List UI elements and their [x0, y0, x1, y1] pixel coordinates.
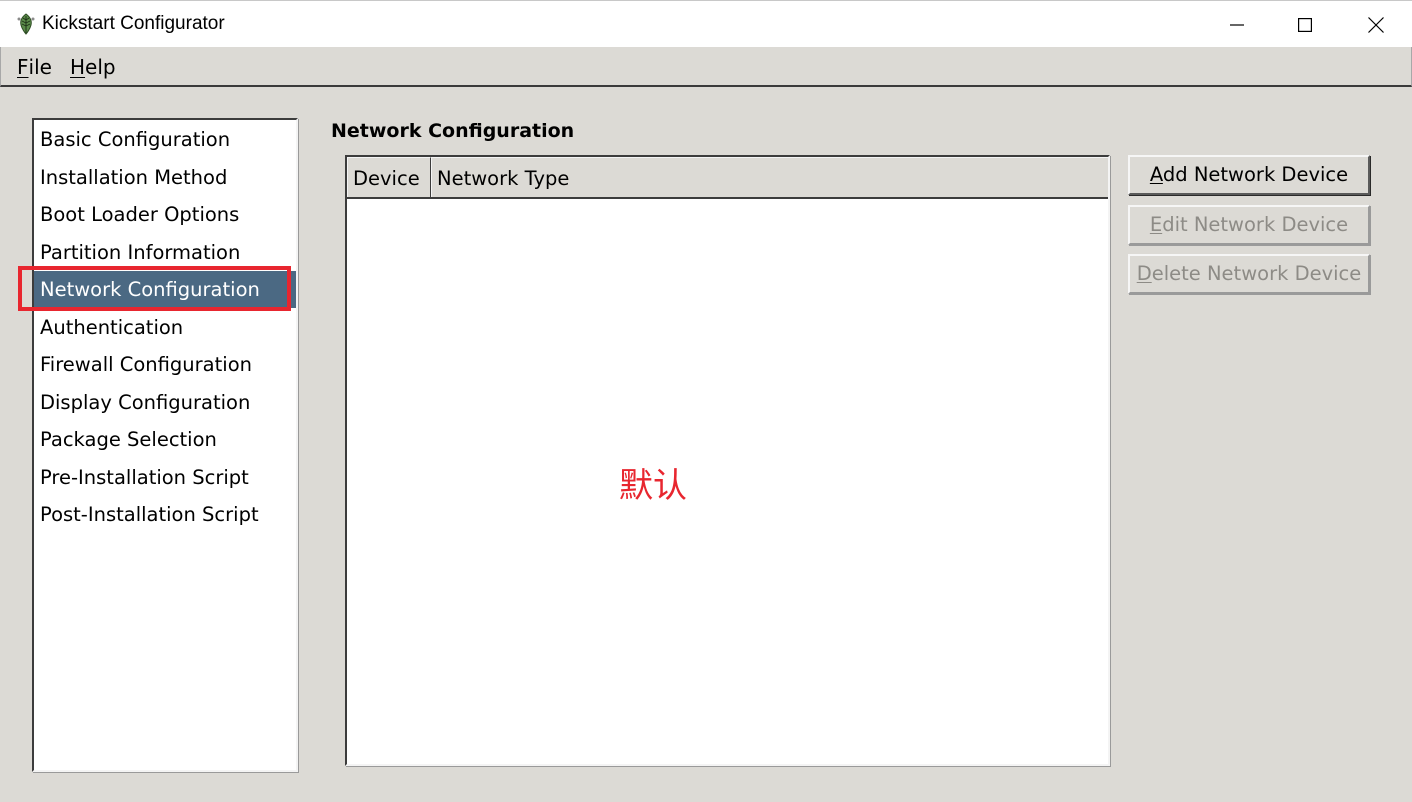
section-title: Network Configuration — [331, 120, 575, 142]
close-icon — [1368, 16, 1384, 33]
menu-help-label: elp — [85, 55, 116, 79]
sidebar-item-post-installation-script[interactable]: Post-Installation Script — [34, 496, 296, 533]
sidebar-item-basic-configuration[interactable]: Basic Configuration — [34, 121, 296, 158]
menu-file[interactable]: File — [17, 55, 52, 79]
minimize-icon — [1230, 23, 1244, 26]
column-header-network-type[interactable]: Network Type — [431, 157, 1108, 197]
category-list[interactable]: Basic Configuration Installation Method … — [32, 118, 298, 772]
delete-button-label: elete Network Device — [1151, 262, 1362, 285]
menu-bar: File Help — [0, 47, 1412, 87]
edit-button-mnemonic: E — [1149, 213, 1163, 236]
table-header: Device Network Type — [347, 157, 1108, 199]
edit-button-label: dit Network Device — [1162, 213, 1349, 236]
minimize-button[interactable] — [1202, 1, 1272, 48]
sidebar-item-installation-method[interactable]: Installation Method — [34, 159, 296, 196]
add-network-device-button[interactable]: Add Network Device — [1128, 155, 1370, 195]
sidebar-item-pre-installation-script[interactable]: Pre-Installation Script — [34, 459, 296, 496]
delete-network-device-button[interactable]: Delete Network Device — [1128, 254, 1370, 294]
add-button-mnemonic: A — [1149, 163, 1163, 186]
sidebar-item-firewall-configuration[interactable]: Firewall Configuration — [34, 346, 296, 383]
menu-help-mnemonic: H — [70, 55, 86, 79]
window-title: Kickstart Configurator — [42, 13, 225, 34]
menu-file-label: ile — [28, 55, 52, 79]
close-button[interactable] — [1341, 1, 1411, 48]
title-bar: Kickstart Configurator — [0, 0, 1412, 47]
menu-help[interactable]: Help — [70, 55, 116, 79]
edit-network-device-button[interactable]: Edit Network Device — [1128, 205, 1370, 245]
kickstart-app-icon — [17, 13, 35, 35]
network-device-table[interactable]: Device Network Type — [345, 155, 1110, 766]
delete-button-mnemonic: D — [1136, 262, 1152, 285]
add-button-label: dd Network Device — [1162, 163, 1349, 186]
sidebar-item-boot-loader-options[interactable]: Boot Loader Options — [34, 196, 296, 233]
sidebar-item-authentication[interactable]: Authentication — [34, 309, 296, 346]
menu-file-mnemonic: F — [17, 55, 29, 79]
annotation-label: 默认 — [619, 466, 687, 506]
sidebar-item-network-configuration[interactable]: Network Configuration — [34, 271, 296, 308]
sidebar-item-display-configuration[interactable]: Display Configuration — [34, 384, 296, 421]
maximize-icon — [1298, 17, 1312, 32]
sidebar-item-partition-information[interactable]: Partition Information — [34, 234, 296, 271]
column-header-device[interactable]: Device — [347, 157, 431, 197]
maximize-button[interactable] — [1270, 1, 1340, 48]
sidebar-item-package-selection[interactable]: Package Selection — [34, 421, 296, 458]
